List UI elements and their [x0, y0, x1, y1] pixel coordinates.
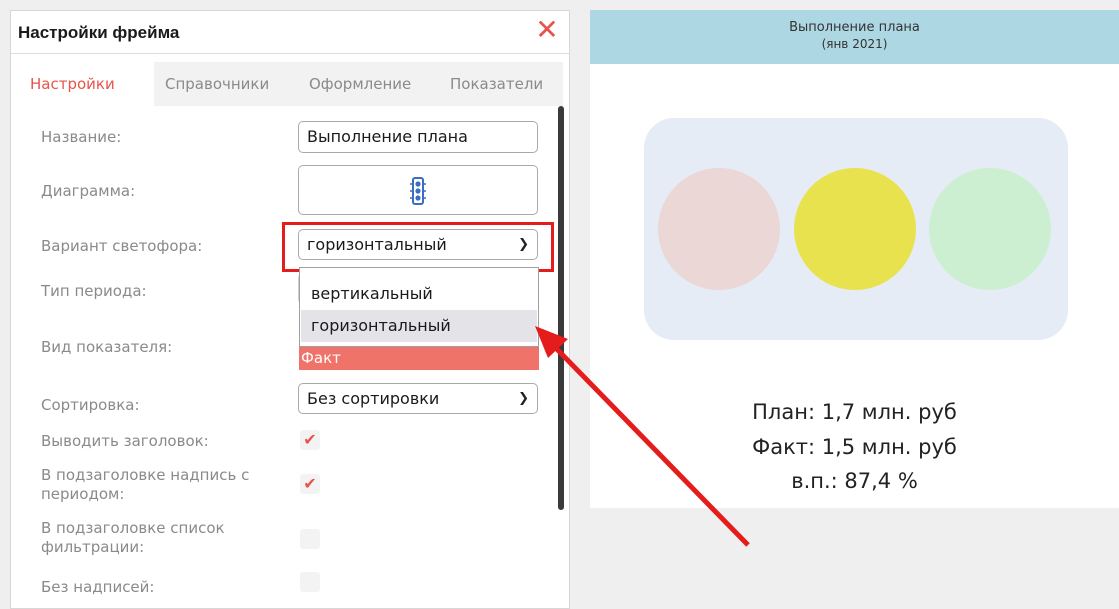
annotation-arrow [535, 326, 750, 547]
